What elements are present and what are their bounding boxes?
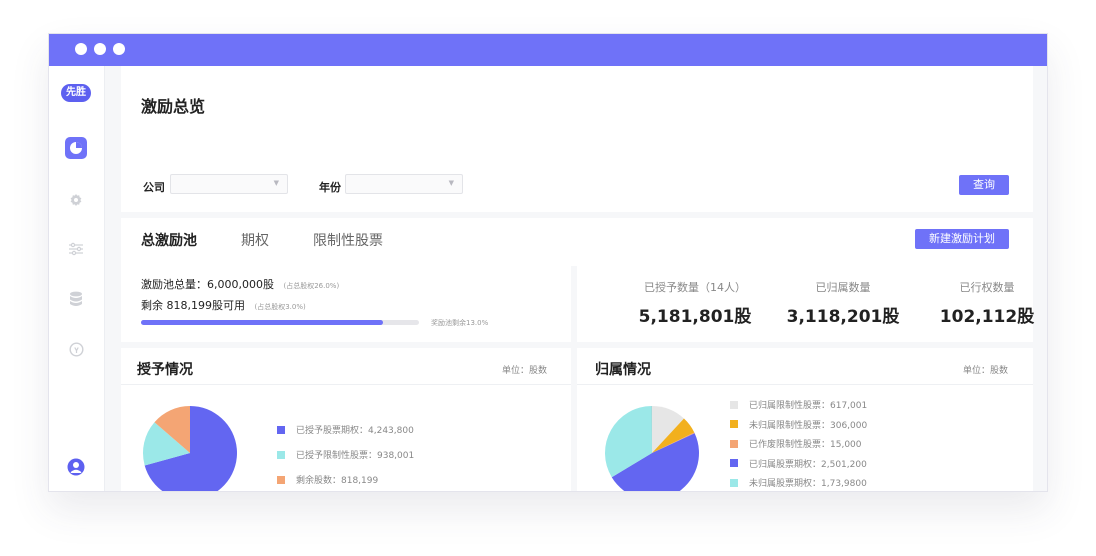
page-title: 激励总览 bbox=[141, 97, 206, 116]
stats-card: 已授予数量（14人） 5,181,801股 已归属数量 3,118,201股 已… bbox=[577, 262, 1034, 342]
bulb-icon[interactable] bbox=[65, 338, 87, 360]
window-dot-close[interactable] bbox=[75, 43, 87, 55]
legend-label: 未归属限制性股票：306,000 bbox=[749, 420, 868, 431]
legend-label: 剩余股数：818,199 bbox=[296, 476, 379, 486]
query-button[interactable]: 查询 bbox=[959, 175, 1009, 195]
vested-count-value: 3,118,201股 bbox=[786, 307, 900, 327]
vesting-unit: 单位：股数 bbox=[963, 366, 1009, 376]
main-content: 激励总览 公司 ▼ 年份 ▼ 查询 总激励池 期权 限制性股票 新建激励计划 激… bbox=[105, 66, 1047, 491]
legend-swatch bbox=[277, 475, 285, 484]
chevron-down-icon: ▼ bbox=[448, 179, 454, 187]
year-filter-label: 年份 bbox=[319, 181, 341, 194]
app-window: 先胜 激励总览 公司 ▼ 年份 ▼ 查询 总激励池 期权 限制性股票 新建激励计… bbox=[48, 33, 1048, 492]
grant-title: 授予情况 bbox=[137, 362, 193, 378]
vesting-legend-item: 已作废限制性股票：15,000 bbox=[730, 437, 862, 450]
list-icon[interactable] bbox=[65, 486, 87, 491]
sidebar: 先胜 bbox=[49, 66, 105, 491]
pie-chart-icon[interactable] bbox=[65, 137, 87, 159]
vesting-legend-item: 未归属股票期权：1,73,9800 bbox=[730, 476, 867, 489]
legend-label: 已授予限制性股票：938,001 bbox=[296, 451, 415, 461]
new-plan-button[interactable]: 新建激励计划 bbox=[915, 229, 1009, 249]
app-logo: 先胜 bbox=[61, 84, 91, 102]
grant-legend-item: 已授予限制性股票：938,001 bbox=[277, 448, 414, 461]
legend-swatch bbox=[277, 450, 285, 459]
grant-unit: 单位：股数 bbox=[502, 366, 548, 376]
legend-label: 已授予股票期权：4,243,800 bbox=[296, 426, 414, 436]
chevron-down-icon: ▼ bbox=[273, 179, 279, 187]
pool-remaining-label: 剩余 818,199股可用 bbox=[141, 299, 245, 312]
grant-pie-chart bbox=[142, 406, 237, 491]
gear-icon[interactable] bbox=[65, 189, 87, 211]
legend-label: 已归属股票期权：2,501,200 bbox=[749, 459, 867, 470]
window-dot-minimize[interactable] bbox=[94, 43, 106, 55]
pool-progress-bar bbox=[141, 320, 419, 325]
pool-remaining-note: (占总股权3.0%) bbox=[254, 303, 306, 311]
legend-label: 已作废限制性股票：15,000 bbox=[749, 440, 862, 450]
granted-count-label: 已授予数量（14人） bbox=[644, 281, 746, 294]
pool-progress-note: 奖励池剩余13.0% bbox=[431, 319, 489, 327]
vesting-legend-item: 已归属股票期权：2,501,200 bbox=[730, 457, 867, 470]
vesting-legend-item: 未归属限制性股票：306,000 bbox=[730, 418, 867, 431]
legend-swatch bbox=[730, 439, 738, 448]
vesting-card: 归属情况 单位：股数 已归属限制性股票：617,001 未归属限制性股票：306,… bbox=[577, 348, 1033, 491]
legend-swatch bbox=[730, 459, 738, 467]
tab-options[interactable]: 期权 bbox=[241, 230, 269, 250]
year-select[interactable]: ▼ bbox=[345, 174, 463, 194]
grant-legend-item: 已授予股票期权：4,243,800 bbox=[277, 423, 414, 436]
tab-restricted-stock[interactable]: 限制性股票 bbox=[313, 230, 383, 250]
vesting-legend-item: 已归属限制性股票：617,001 bbox=[730, 398, 867, 411]
legend-label: 未归属股票期权：1,73,9800 bbox=[749, 479, 867, 489]
grant-legend-item: 剩余股数：818,199 bbox=[277, 473, 378, 486]
company-filter-label: 公司 bbox=[143, 181, 165, 194]
vesting-pie-chart bbox=[604, 405, 699, 491]
pool-card: 激励池总量：6,000,000股 (占总股权26.0%) 剩余 818,199股… bbox=[121, 262, 571, 342]
grant-card: 授予情况 单位：股数 已授予股票期权：4,243,800 已授予限制性股票：938… bbox=[121, 348, 571, 491]
legend-label: 已归属限制性股票：617,001 bbox=[749, 401, 868, 411]
company-select[interactable]: ▼ bbox=[170, 174, 288, 194]
granted-count-value: 5,181,801股 bbox=[638, 307, 752, 327]
pool-total-note: (占总股权26.0%) bbox=[283, 282, 340, 290]
user-icon[interactable] bbox=[65, 456, 87, 478]
tab-total-pool[interactable]: 总激励池 bbox=[141, 230, 197, 250]
legend-swatch bbox=[730, 478, 738, 487]
vesting-divider bbox=[577, 384, 1033, 385]
exercised-count-value: 102,112股 bbox=[939, 307, 1035, 327]
sliders-icon[interactable] bbox=[65, 238, 87, 260]
legend-swatch bbox=[730, 420, 738, 428]
title-bar bbox=[49, 34, 1047, 66]
database-icon[interactable] bbox=[65, 288, 87, 310]
pool-progress-fill bbox=[141, 320, 383, 325]
window-dot-maximize[interactable] bbox=[113, 43, 125, 55]
exercised-count-label: 已行权数量 bbox=[959, 281, 1015, 294]
legend-swatch bbox=[277, 425, 285, 434]
grant-divider bbox=[121, 384, 571, 385]
legend-swatch bbox=[730, 400, 738, 409]
pool-total-label: 激励池总量：6,000,000股 bbox=[141, 278, 274, 291]
vesting-title: 归属情况 bbox=[595, 362, 651, 378]
vested-count-label: 已归属数量 bbox=[815, 281, 871, 294]
